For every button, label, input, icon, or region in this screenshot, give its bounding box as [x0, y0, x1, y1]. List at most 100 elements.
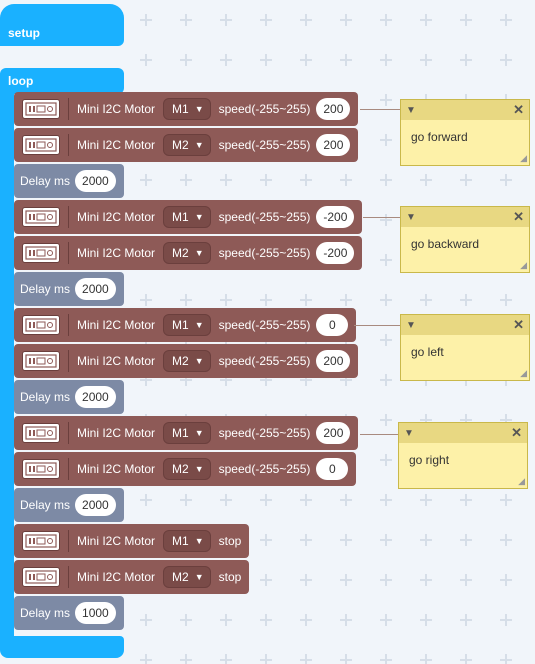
close-icon[interactable]: ✕	[513, 317, 524, 333]
delay-block[interactable]: Delay ms 2000	[14, 488, 124, 522]
comment-text[interactable]: go backward	[401, 227, 529, 261]
resize-handle-icon[interactable]: ◢	[518, 476, 525, 487]
grid-plus-mark	[260, 654, 272, 664]
comment-text[interactable]: go right	[399, 443, 527, 477]
motor-dropdown[interactable]: M2 ▼	[163, 134, 211, 156]
comment-link	[354, 325, 400, 326]
motor-block[interactable]: Mini I2C Motor M1 ▼ speed(-255~255) 200	[14, 416, 359, 450]
delay-input[interactable]: 2000	[75, 386, 116, 408]
delay-block[interactable]: Delay ms 2000	[14, 272, 124, 306]
speed-input[interactable]: 0	[316, 314, 349, 336]
motor-board-icon	[22, 207, 60, 227]
grid-plus-mark	[340, 54, 352, 66]
collapse-icon[interactable]: ▼	[406, 212, 416, 223]
motor-value: M1	[172, 534, 189, 548]
motor-block[interactable]: Mini I2C Motor M2 ▼ speed(-255~255) 200	[14, 344, 359, 378]
delay-block[interactable]: Delay ms 2000	[14, 164, 124, 198]
chevron-down-icon: ▼	[194, 248, 204, 258]
motor-dropdown[interactable]: M1 ▼	[163, 422, 211, 444]
delay-block[interactable]: Delay ms 1000	[14, 596, 124, 630]
stop-label: stop	[218, 570, 242, 584]
comment-text[interactable]: go left	[401, 335, 529, 369]
motor-block[interactable]: Mini I2C Motor M2 ▼ speed(-255~255) -200	[14, 236, 363, 270]
grid-plus-mark	[180, 654, 192, 664]
comment-note[interactable]: ▼ ✕ go forward ◢	[400, 99, 530, 166]
close-icon[interactable]: ✕	[511, 425, 522, 441]
grid-plus-mark	[380, 334, 392, 346]
speed-input[interactable]: 200	[316, 98, 351, 120]
motor-board-icon	[22, 135, 60, 155]
speed-input[interactable]: -200	[316, 206, 355, 228]
grid-plus-mark	[380, 254, 392, 266]
motor-block[interactable]: Mini I2C Motor M2 ▼ speed(-255~255) 0	[14, 452, 357, 486]
resize-handle-icon[interactable]: ◢	[520, 153, 527, 164]
grid-plus-mark	[500, 174, 512, 186]
grid-plus-mark	[260, 174, 272, 186]
motor-label: Mini I2C Motor	[77, 318, 156, 332]
collapse-icon[interactable]: ▼	[406, 105, 416, 116]
chevron-down-icon: ▼	[194, 536, 204, 546]
delay-label: Delay ms	[20, 282, 71, 296]
motor-label: Mini I2C Motor	[77, 570, 156, 584]
comment-note[interactable]: ▼ ✕ go right ◢	[398, 422, 528, 489]
grid-plus-mark	[260, 494, 272, 506]
delay-input[interactable]: 1000	[75, 602, 116, 624]
motor-block[interactable]: Mini I2C Motor M1 ▼ speed(-255~255) -200	[14, 200, 363, 234]
motor-dropdown[interactable]: M1 ▼	[163, 98, 211, 120]
comment-note[interactable]: ▼ ✕ go backward ◢	[400, 206, 530, 273]
speed-input[interactable]: 200	[316, 422, 351, 444]
collapse-icon[interactable]: ▼	[404, 428, 414, 439]
motor-dropdown[interactable]: M2 ▼	[163, 350, 211, 372]
grid-plus-mark	[340, 294, 352, 306]
grid-plus-mark	[380, 374, 392, 386]
delay-input[interactable]: 2000	[75, 170, 116, 192]
motor-dropdown[interactable]: M2 ▼	[163, 458, 211, 480]
motor-dropdown[interactable]: M1 ▼	[163, 530, 211, 552]
motor-block[interactable]: Mini I2C Motor M1 ▼ speed(-255~255) 0	[14, 308, 357, 342]
resize-handle-icon[interactable]: ◢	[520, 368, 527, 379]
divider	[68, 206, 69, 228]
comment-note[interactable]: ▼ ✕ go left ◢	[400, 314, 530, 381]
speed-input[interactable]: -200	[316, 242, 355, 264]
motor-dropdown[interactable]: M1 ▼	[163, 206, 211, 228]
grid-plus-mark	[460, 534, 472, 546]
grid-plus-mark	[420, 294, 432, 306]
chevron-down-icon: ▼	[194, 464, 204, 474]
delay-input[interactable]: 2000	[75, 494, 116, 516]
motor-block[interactable]: Mini I2C Motor M2 ▼ stop	[14, 560, 250, 594]
motor-board-icon	[22, 459, 60, 479]
grid-plus-mark	[300, 574, 312, 586]
speed-input[interactable]: 200	[316, 134, 351, 156]
speed-input[interactable]: 0	[316, 458, 349, 480]
speed-input[interactable]: 200	[316, 350, 351, 372]
grid-plus-mark	[340, 494, 352, 506]
chevron-down-icon: ▼	[194, 140, 204, 150]
delay-input[interactable]: 2000	[75, 278, 116, 300]
resize-handle-icon[interactable]: ◢	[520, 260, 527, 271]
grid-plus-mark	[460, 614, 472, 626]
grid-plus-mark	[300, 654, 312, 664]
close-icon[interactable]: ✕	[513, 102, 524, 118]
motor-dropdown[interactable]: M2 ▼	[163, 242, 211, 264]
divider	[68, 458, 69, 480]
grid-plus-mark	[220, 54, 232, 66]
grid-plus-mark	[220, 614, 232, 626]
grid-plus-mark	[380, 214, 392, 226]
grid-plus-mark	[260, 614, 272, 626]
comment-text[interactable]: go forward	[401, 120, 529, 154]
delay-block[interactable]: Delay ms 2000	[14, 380, 124, 414]
motor-block[interactable]: Mini I2C Motor M1 ▼ stop	[14, 524, 250, 558]
motor-dropdown[interactable]: M1 ▼	[163, 314, 211, 336]
grid-plus-mark	[380, 614, 392, 626]
motor-block[interactable]: Mini I2C Motor M2 ▼ speed(-255~255) 200	[14, 128, 359, 162]
motor-dropdown[interactable]: M2 ▼	[163, 566, 211, 588]
chevron-down-icon: ▼	[194, 320, 204, 330]
close-icon[interactable]: ✕	[513, 209, 524, 225]
motor-block[interactable]: Mini I2C Motor M1 ▼ speed(-255~255) 200	[14, 92, 359, 126]
grid-plus-mark	[500, 294, 512, 306]
divider	[68, 530, 69, 552]
speed-label: speed(-255~255)	[218, 426, 311, 440]
delay-label: Delay ms	[20, 498, 71, 512]
grid-plus-mark	[460, 54, 472, 66]
collapse-icon[interactable]: ▼	[406, 320, 416, 331]
